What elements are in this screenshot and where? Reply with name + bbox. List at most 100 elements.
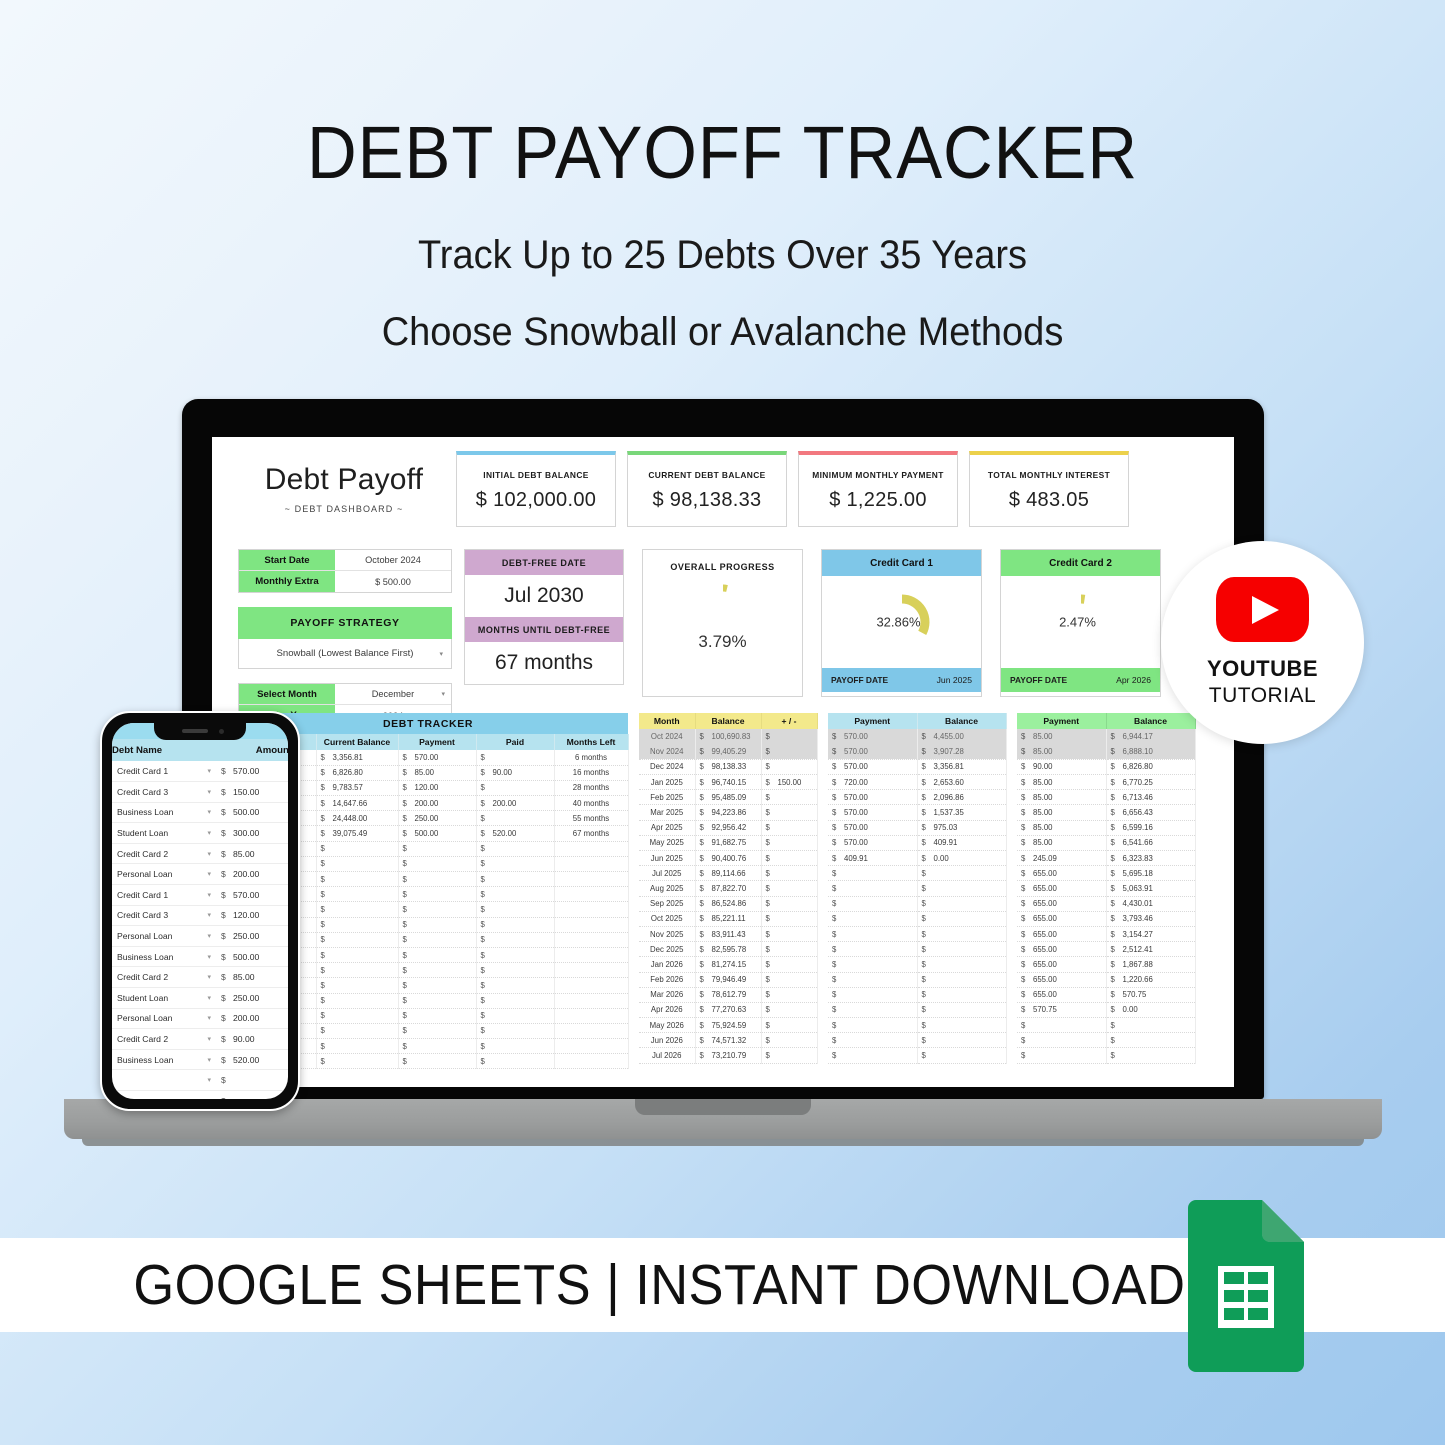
debt-name-dropdown[interactable]: Personal Loan — [112, 925, 216, 947]
debt-name-dropdown[interactable]: Credit Card 3 — [112, 905, 216, 927]
payment-schedule-table-1: Payment Balance $570.00 $4,455.00 $570.00 $3… — [828, 713, 1007, 1064]
list-item[interactable]: Business Loan$500.00 — [112, 802, 288, 824]
payment-schedule-panel-1: Payment Balance $570.00 $4,455.00 $570.00 $3… — [828, 713, 1007, 1087]
payoff-strategy-select[interactable]: Snowball (Lowest Balance First) — [238, 639, 452, 669]
list-item[interactable]: Credit Card 1$570.00 — [112, 761, 288, 783]
list-item[interactable]: $ — [112, 1069, 288, 1091]
table-cell: $85.00 — [398, 765, 477, 781]
table-cell: $ — [476, 1023, 555, 1040]
debt-name-dropdown[interactable] — [112, 1069, 216, 1091]
table-cell — [554, 901, 629, 918]
month-balance-table: Month Balance + / - Oct 2024 $100,690.83 $ No… — [639, 713, 818, 1064]
dashboard-controls: Start Date October 2024 Monthly Extra $ … — [238, 549, 452, 727]
table-cell: $ — [761, 896, 818, 912]
list-item[interactable]: Credit Card 2$90.00 — [112, 1028, 288, 1050]
monthly-extra-value[interactable]: $ 500.00 — [335, 571, 451, 592]
debt-name-dropdown[interactable]: Business Loan — [112, 1049, 216, 1071]
table-cell: $ — [761, 1047, 818, 1064]
debt-name-dropdown[interactable]: Business Loan — [112, 802, 216, 824]
table-cell: $ — [828, 1002, 918, 1019]
list-item[interactable]: Student Loan$300.00 — [112, 822, 288, 844]
debt-name-dropdown[interactable]: Credit Card 2 — [112, 966, 216, 989]
debt-name-dropdown[interactable]: Personal Loan — [112, 863, 216, 886]
column-header: Balance — [1106, 713, 1196, 729]
table-cell: $ — [917, 941, 1007, 958]
list-item[interactable]: Student Loan$250.00 — [112, 987, 288, 1009]
list-item[interactable]: Personal Loan$250.00 — [112, 925, 288, 947]
list-item[interactable]: Personal Loan$200.00 — [112, 1008, 288, 1030]
table-cell: $96,740.15 — [695, 774, 762, 791]
phone-speaker-icon — [182, 729, 208, 733]
table-row: $ $ — [828, 880, 1007, 897]
table-row: $ $ — [828, 972, 1007, 988]
debt-name-dropdown[interactable]: Credit Card 1 — [112, 761, 216, 783]
google-sheets-icon — [1188, 1200, 1304, 1372]
table-cell: $ — [1106, 1017, 1196, 1034]
table-row: May 2026 $75,924.59 $ — [639, 1017, 818, 1034]
table-cell: $ — [476, 871, 555, 888]
debt-name-dropdown[interactable]: Credit Card 2 — [112, 843, 216, 865]
payoff-date-label: PAYOFF DATE — [1010, 675, 1068, 685]
table-row: Jul 2025 $89,114.66 $ — [639, 865, 818, 882]
table-cell: $39,075.49 — [316, 825, 399, 842]
kpi-row: INITIAL DEBT BALANCE $ 102,000.00 CURREN… — [456, 451, 1218, 527]
table-cell: $ — [828, 1032, 918, 1049]
table-cell — [554, 962, 629, 979]
start-date-row: Start Date October 2024 — [239, 550, 451, 571]
list-item[interactable]: Credit Card 3$150.00 — [112, 781, 288, 803]
debt-name-dropdown[interactable]: Student Loan — [112, 822, 216, 844]
list-item[interactable]: Personal Loan$200.00 — [112, 863, 288, 886]
table-cell: $655.00 — [1017, 911, 1107, 927]
table-header-row: Payment Balance — [828, 713, 1007, 729]
youtube-tutorial-badge[interactable]: YOUTUBE TUTORIAL — [1161, 541, 1364, 744]
table-cell: Dec 2025 — [639, 941, 696, 958]
table-row: $ $ — [828, 1047, 1007, 1064]
table-cell: $85.00 — [1017, 835, 1107, 852]
list-item[interactable]: Credit Card 3$120.00 — [112, 905, 288, 927]
table-cell: $85,221.11 — [695, 911, 762, 927]
list-item[interactable]: $ — [112, 1090, 288, 1099]
list-item[interactable]: Business Loan$500.00 — [112, 946, 288, 968]
list-item[interactable]: Credit Card 1$570.00 — [112, 884, 288, 906]
table-row: $655.00 $3,154.27 — [1017, 926, 1196, 943]
table-body: $85.00 $6,944.17 $85.00 $6,888.10 $90.00 $6,8… — [1017, 729, 1196, 1064]
table-cell: $ — [398, 886, 477, 903]
table-cell: Apr 2025 — [639, 820, 696, 836]
table-cell: $ — [216, 1090, 288, 1099]
list-item[interactable]: Credit Card 2$85.00 — [112, 966, 288, 989]
table-cell: $ — [917, 956, 1007, 973]
start-date-value[interactable]: October 2024 — [335, 550, 451, 570]
table-cell: $ — [316, 856, 399, 873]
debt-name-dropdown[interactable]: Credit Card 1 — [112, 884, 216, 906]
list-item[interactable]: Business Loan$520.00 — [112, 1049, 288, 1071]
table-cell: $4,430.01 — [1106, 896, 1196, 912]
debt-name-dropdown[interactable]: Business Loan — [112, 946, 216, 968]
debt-name-dropdown[interactable]: Credit Card 3 — [112, 781, 216, 803]
table-cell: $85.00 — [1017, 804, 1107, 821]
table-cell: $ — [316, 917, 399, 933]
phone-screen: Debt NameAmount Credit Card 1$570.00Cred… — [112, 723, 288, 1099]
debt-name-dropdown[interactable]: Credit Card 2 — [112, 1028, 216, 1050]
table-cell: $94,223.86 — [695, 804, 762, 821]
table-row: $ $ — [828, 1002, 1007, 1019]
debt-name-dropdown[interactable]: Personal Loan — [112, 1008, 216, 1030]
debt-name-dropdown[interactable]: Student Loan — [112, 987, 216, 1009]
table-cell: $ — [398, 932, 477, 948]
table-cell: $85.00 — [1017, 729, 1107, 745]
table-cell — [554, 917, 629, 933]
table-cell: $99,405.29 — [695, 744, 762, 760]
page-subtitle-1: Track Up to 25 Debts Over 35 Years — [417, 233, 1028, 277]
select-month-dropdown[interactable]: December — [335, 684, 451, 704]
table-cell: $655.00 — [1017, 987, 1107, 1003]
table-cell: $3,356.81 — [316, 750, 399, 766]
table-cell: $ — [917, 865, 1007, 882]
list-item[interactable]: Credit Card 2$85.00 — [112, 843, 288, 865]
debt-name-dropdown[interactable] — [112, 1090, 216, 1099]
table-cell: $6,826.80 — [316, 765, 399, 781]
table-cell: $570.00 — [398, 750, 477, 766]
kpi-value: $ 102,000.00 — [475, 488, 597, 511]
table-cell: $6,770.25 — [1106, 774, 1196, 791]
table-row: $ $ — [828, 1017, 1007, 1034]
kpi-value: $ 98,138.33 — [652, 488, 762, 511]
table-cell: $ — [828, 941, 918, 958]
